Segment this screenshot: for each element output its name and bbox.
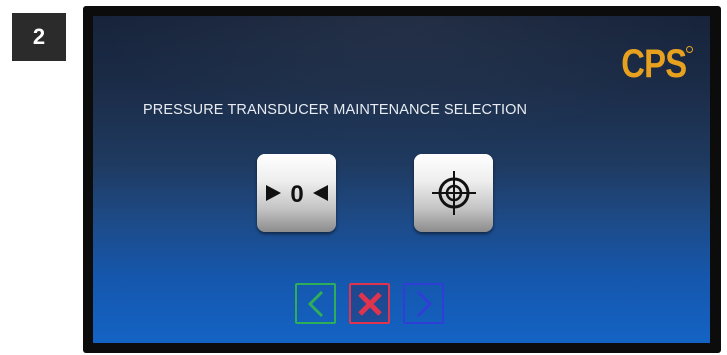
device-screen: CPS PRESSURE TRANSDUCER MAINTENANCE SELE… [93, 16, 710, 343]
step-number-badge: 2 [12, 13, 66, 61]
crosshair-target-icon [431, 171, 476, 215]
svg-text:0: 0 [290, 181, 303, 208]
registered-mark-icon [686, 46, 693, 53]
back-button[interactable] [295, 283, 336, 324]
chevron-left-icon [307, 290, 323, 317]
page: 2 CPS PRESSURE TRANSDUCER MAINTENANCE SE… [0, 0, 727, 355]
next-button[interactable] [403, 283, 444, 324]
chevron-right-icon [416, 290, 432, 317]
calibrate-transducer-button[interactable] [414, 154, 493, 232]
cps-logo: CPS [621, 42, 687, 86]
zero-adjust-icon: 0 [265, 181, 328, 208]
cancel-button[interactable] [349, 283, 390, 324]
zero-transducer-button[interactable]: 0 [257, 154, 336, 232]
screen-title: PRESSURE TRANSDUCER MAINTENANCE SELECTIO… [143, 102, 528, 118]
close-x-icon [357, 291, 382, 316]
